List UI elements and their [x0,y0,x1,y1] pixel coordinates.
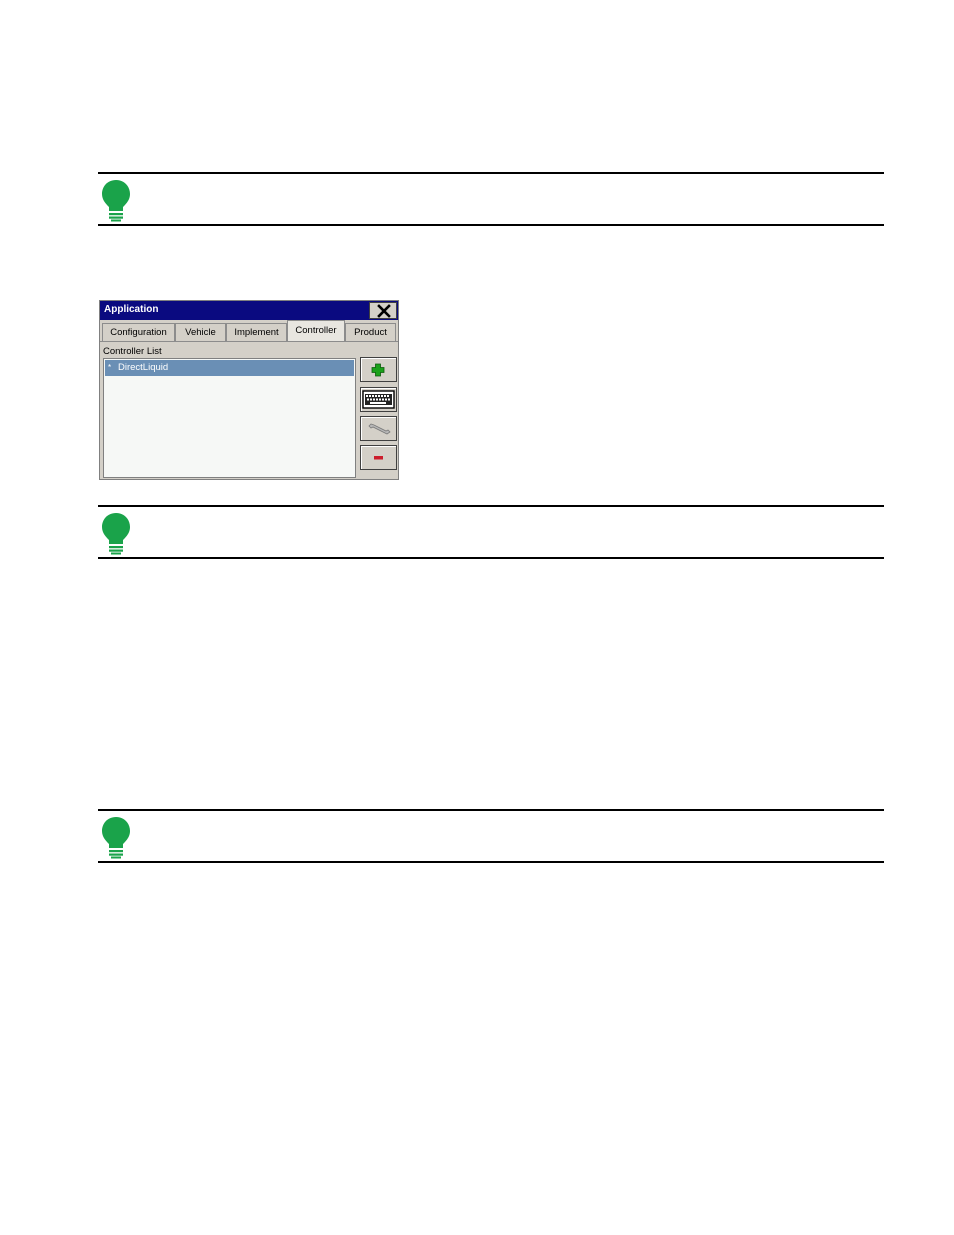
tab-vehicle[interactable]: Vehicle [175,323,226,342]
remove-controller-button[interactable] [360,445,397,470]
application-dialog: Application Configuration Vehicle Implem… [99,300,399,480]
close-button[interactable] [369,302,397,319]
minus-icon [374,456,383,460]
lightbulb-icon [102,817,130,859]
tab-bar: Configuration Vehicle Implement Controll… [100,320,398,342]
dialog-title: Application [104,304,159,315]
note-bar [98,809,884,863]
wrench-icon [368,423,391,435]
add-controller-button[interactable] [360,357,397,382]
tab-product[interactable]: Product [345,323,396,342]
controller-list[interactable]: * DirectLiquid [103,358,356,478]
list-item-marker: * [108,363,112,372]
close-icon [377,304,391,318]
rename-keyboard-button[interactable] [360,387,397,412]
note-bar [98,505,884,559]
lightbulb-icon [102,513,130,555]
list-item-label: DirectLiquid [118,362,169,373]
keyboard-icon [362,390,395,409]
lightbulb-icon [102,180,130,222]
note-bar [98,172,884,226]
title-bar: Application [100,301,398,320]
tab-implement[interactable]: Implement [226,323,287,342]
tab-controller[interactable]: Controller [287,320,345,342]
tab-divider [100,341,398,342]
list-item[interactable]: * DirectLiquid [105,360,354,376]
plus-icon [371,363,385,377]
controller-list-label: Controller List [103,346,162,357]
settings-wrench-button[interactable] [360,416,397,441]
tab-configuration[interactable]: Configuration [102,323,175,342]
